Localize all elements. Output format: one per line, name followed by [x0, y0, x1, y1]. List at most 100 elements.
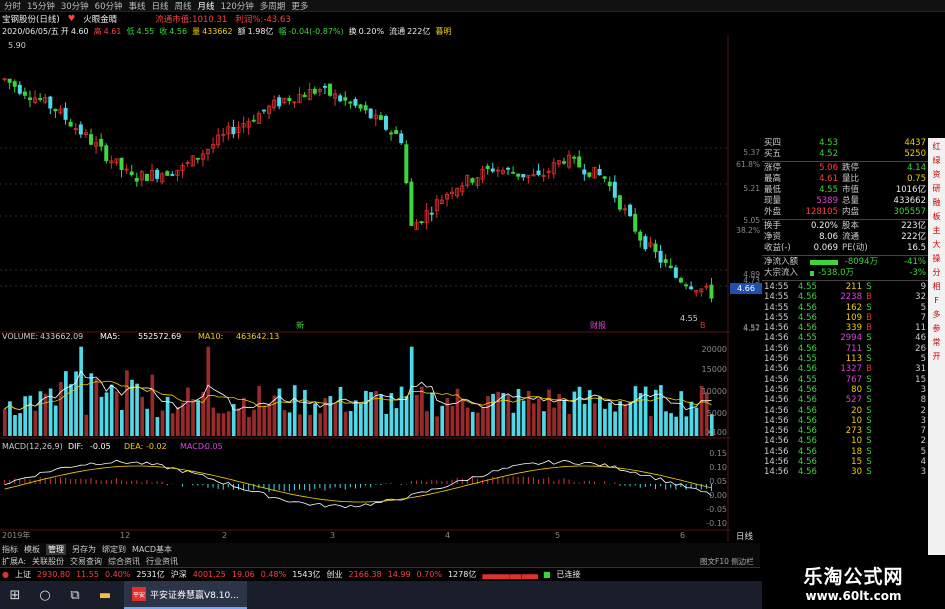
kline-chart[interactable]: 5.90 4.55 新 财报 B VOLUME: 433662.09 MA5: 552572.6…	[0, 36, 730, 542]
indicator-tab-3[interactable]: 另存为	[72, 544, 96, 555]
extension-tab-4[interactable]: 行业资讯	[146, 556, 178, 567]
search-icon[interactable]: ○	[30, 581, 60, 609]
volume-bar	[414, 394, 419, 436]
sidebar-tool-0[interactable]: 红	[930, 140, 943, 152]
index-name[interactable]: 上证	[15, 569, 31, 580]
task-view-icon[interactable]: ⧉	[60, 581, 90, 609]
candle-body	[663, 259, 668, 263]
volume-bar	[379, 394, 384, 436]
sidebar-tool-1[interactable]: 绿	[930, 154, 943, 166]
market-breadth-bars: ▄▄▄▄▄ ▄▄ ▄▄▄	[482, 569, 538, 579]
toolbar-item-9[interactable]: 多周期	[260, 0, 286, 12]
candle-body	[353, 99, 358, 106]
sidebar-tool-3[interactable]: 研	[930, 182, 943, 194]
sidebar-tool-14[interactable]: 常	[930, 336, 943, 348]
sidebar-tool-13[interactable]: 参	[930, 322, 943, 334]
tick-vol: 339	[845, 323, 862, 334]
stat-value: 305557	[893, 207, 926, 217]
toolbar-item-6[interactable]: 周线	[175, 0, 192, 12]
stat-value: 5389	[816, 196, 838, 206]
candle-body	[394, 130, 399, 134]
sidebar-tool-7[interactable]: 大	[930, 238, 943, 250]
indicator-tab-2[interactable]: 管理	[46, 543, 66, 555]
connection-icon: ■	[542, 569, 551, 579]
volume-bar	[3, 409, 7, 436]
indicator-tab-0[interactable]: 指标	[2, 544, 18, 555]
index-name[interactable]: 创业	[327, 569, 343, 580]
bid-row[interactable]: 买五 4.52 5250	[762, 149, 928, 160]
tick-time: 14:56	[764, 395, 789, 406]
index-name[interactable]: 沪深	[171, 569, 187, 580]
taskbar-app-button[interactable]: 平安 平安证券慧赢V8.10...	[124, 581, 247, 609]
candle-body	[134, 177, 139, 182]
candle-body	[602, 176, 607, 179]
heart-icon[interactable]: ♥	[68, 14, 76, 24]
toolbar-item-3[interactable]: 60分钟	[95, 0, 123, 12]
candle-body	[48, 96, 53, 109]
windows-start-icon[interactable]: ⊞	[0, 581, 30, 609]
volume-bar	[23, 396, 28, 436]
tick-time: 14:56	[764, 384, 789, 395]
sidebar-tool-2[interactable]: 资	[930, 168, 943, 180]
extension-tab-3[interactable]: 综合资讯	[108, 556, 140, 567]
stock-label[interactable]: 宝钢股份(日线)	[2, 13, 60, 25]
extension-tab-2[interactable]: 交易查询	[70, 556, 102, 567]
f10-link[interactable]: 图文F10 侧边栏	[700, 556, 754, 567]
folder-icon[interactable]: ▬	[90, 581, 120, 609]
toolbar-item-5[interactable]: 日线	[152, 0, 169, 12]
tick-vol: 30	[851, 467, 862, 478]
fund-label: PE(动)	[842, 243, 868, 253]
tick-row: 14:55 4.56 2238 B 32	[762, 292, 928, 302]
tick-side: S	[866, 374, 872, 385]
tick-side: S	[866, 282, 872, 292]
volume-bar	[338, 386, 343, 436]
index-chg: 11.55	[76, 569, 99, 579]
candle-body	[485, 165, 490, 170]
toolbar-item-2[interactable]: 30分钟	[61, 0, 89, 12]
fav-label[interactable]: 火眼金睛	[83, 13, 117, 25]
divider	[762, 255, 928, 256]
toolbar-item-4[interactable]: 事线	[129, 0, 146, 12]
volume-bar	[521, 400, 526, 436]
indicator-tab-5[interactable]: MACD基本	[132, 544, 172, 555]
open-value: 4.60	[70, 26, 89, 36]
sidebar-tool-5[interactable]: 板	[930, 210, 943, 222]
profit-label: 利润%:	[235, 15, 264, 25]
volume-bar	[531, 403, 536, 436]
toolbar-item-1[interactable]: 15分钟	[27, 0, 55, 12]
period-toolbar: 分时 15分钟 30分钟 60分钟 事线 日线 周线 月线 120分钟 多周期 更多	[0, 0, 945, 12]
sidebar-tool-6[interactable]: 主	[930, 224, 943, 236]
alert-icon[interactable]: ●	[2, 570, 9, 579]
time-axis-label: 5	[555, 531, 560, 540]
volume-bar	[420, 386, 424, 436]
toolbar-item-8[interactable]: 120分钟	[221, 0, 254, 12]
period-format[interactable]: 日线	[736, 530, 753, 542]
sidebar-tool-8[interactable]: 操	[930, 252, 943, 264]
candle-body	[338, 95, 343, 102]
volume-bar	[201, 392, 206, 436]
bid-row[interactable]: 买四 4.53 4437	[762, 138, 928, 149]
tick-price: 4.56	[798, 436, 817, 447]
sidebar-tool-10[interactable]: 相	[930, 280, 943, 292]
kline-chart-svg[interactable]: 5.90 4.55 新 财报 B VOLUME: 433662.09 MA5: 552572.6…	[0, 36, 730, 542]
toolbar-item-0[interactable]: 分时	[4, 0, 21, 12]
candle-body	[17, 84, 22, 94]
indicator-tab-1[interactable]: 模板	[24, 544, 40, 555]
low-label: 低	[126, 26, 135, 36]
candle-body	[582, 169, 587, 175]
sidebar-tool-4[interactable]: 融	[930, 196, 943, 208]
indicator-tab-4[interactable]: 绑定到	[102, 544, 126, 555]
toolbar-item-10[interactable]: 更多	[291, 0, 308, 12]
extension-tab-1[interactable]: 关联股份	[32, 556, 64, 567]
vol-label: 量	[192, 26, 201, 36]
tick-count: 8	[920, 395, 926, 406]
tick-price: 4.56	[798, 343, 817, 354]
sidebar-tool-9[interactable]: 分	[930, 266, 943, 278]
sidebar-tool-15[interactable]: 开	[930, 350, 943, 362]
sidebar-tool-11[interactable]: F	[930, 294, 943, 306]
tick-count: 5	[920, 446, 926, 457]
macd-header-2: -0.05	[90, 442, 111, 451]
toolbar-item-7[interactable]: 月线	[198, 0, 215, 12]
tick-time: 14:56	[764, 426, 789, 437]
sidebar-tool-12[interactable]: 多	[930, 308, 943, 320]
